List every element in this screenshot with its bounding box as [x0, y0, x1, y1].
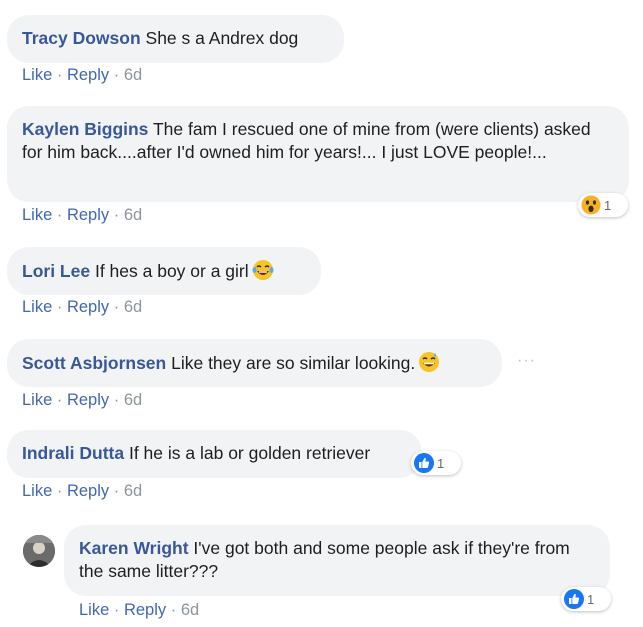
timestamp[interactable]: 6d — [124, 206, 142, 224]
comment-actions: Like · Reply · 6d — [22, 298, 143, 316]
comment-bubble: Indrali Dutta If he is a lab or golden r… — [7, 430, 422, 478]
reaction-badge[interactable]: 1 — [578, 193, 628, 217]
comment-actions: Like · Reply · 6d — [22, 482, 143, 500]
reaction-badge[interactable]: 1 — [561, 587, 611, 611]
like-link[interactable]: Like — [22, 66, 52, 84]
like-link[interactable]: Like — [22, 298, 52, 316]
comment-text: Like they are so similar looking. — [171, 353, 416, 373]
wow-emoji-icon — [581, 195, 601, 215]
comment-actions: Like · Reply · 6d — [22, 206, 143, 224]
comment-text: She s a Andrex dog — [145, 28, 299, 48]
comment-text: If he is a lab or golden retriever — [128, 443, 371, 463]
reply-link[interactable]: Reply — [67, 482, 109, 500]
reply-link[interactable]: Reply — [124, 601, 166, 619]
reply-link[interactable]: Reply — [67, 206, 109, 224]
comment-bubble: Karen Wright I've got both and some peop… — [64, 525, 610, 596]
reply-link[interactable]: Reply — [67, 391, 109, 409]
comment-author[interactable]: Lori Lee — [22, 261, 90, 281]
like-link[interactable]: Like — [22, 391, 52, 409]
comment-bubble: Kaylen Biggins The fam I rescued one of … — [7, 106, 629, 202]
more-options-icon[interactable]: ··· — [517, 352, 536, 370]
comment-bubble: Lori Lee If hes a boy or a girl — [7, 247, 321, 295]
comment-text: If hes a boy or a girl — [94, 261, 249, 281]
like-thumb-icon — [564, 589, 584, 609]
comment-author[interactable]: Tracy Dowson — [22, 28, 141, 48]
timestamp[interactable]: 6d — [124, 482, 142, 500]
like-link[interactable]: Like — [22, 482, 52, 500]
comment-author[interactable]: Scott Asbjornsen — [22, 353, 166, 373]
comment-actions: Like · Reply · 6d — [79, 601, 200, 619]
comment-author[interactable]: Kaylen Biggins — [22, 119, 148, 139]
comment-bubble: Tracy Dowson She s a Andrex dog — [7, 15, 344, 63]
comment-bubble: Scott Asbjornsen Like they are so simila… — [7, 339, 502, 387]
comment-author[interactable]: Indrali Dutta — [22, 443, 124, 463]
timestamp[interactable]: 6d — [124, 391, 142, 409]
like-link[interactable]: Like — [22, 206, 52, 224]
reaction-count: 1 — [604, 197, 612, 213]
laughing-crying-emoji-icon — [252, 259, 274, 287]
reaction-count: 1 — [587, 591, 595, 607]
reaction-count: 1 — [437, 455, 445, 471]
reply-link[interactable]: Reply — [67, 66, 109, 84]
timestamp[interactable]: 6d — [124, 298, 142, 316]
avatar[interactable] — [23, 535, 55, 567]
comment-actions: Like · Reply · 6d — [22, 391, 143, 409]
reply-link[interactable]: Reply — [67, 298, 109, 316]
comment-actions: Like · Reply · 6d — [22, 66, 143, 84]
like-link[interactable]: Like — [79, 601, 109, 619]
grinning-sweat-emoji-icon — [418, 351, 440, 379]
comment-author[interactable]: Karen Wright — [79, 538, 189, 558]
like-thumb-icon — [414, 453, 434, 473]
reaction-badge[interactable]: 1 — [411, 451, 461, 475]
timestamp[interactable]: 6d — [181, 601, 199, 619]
timestamp[interactable]: 6d — [124, 66, 142, 84]
